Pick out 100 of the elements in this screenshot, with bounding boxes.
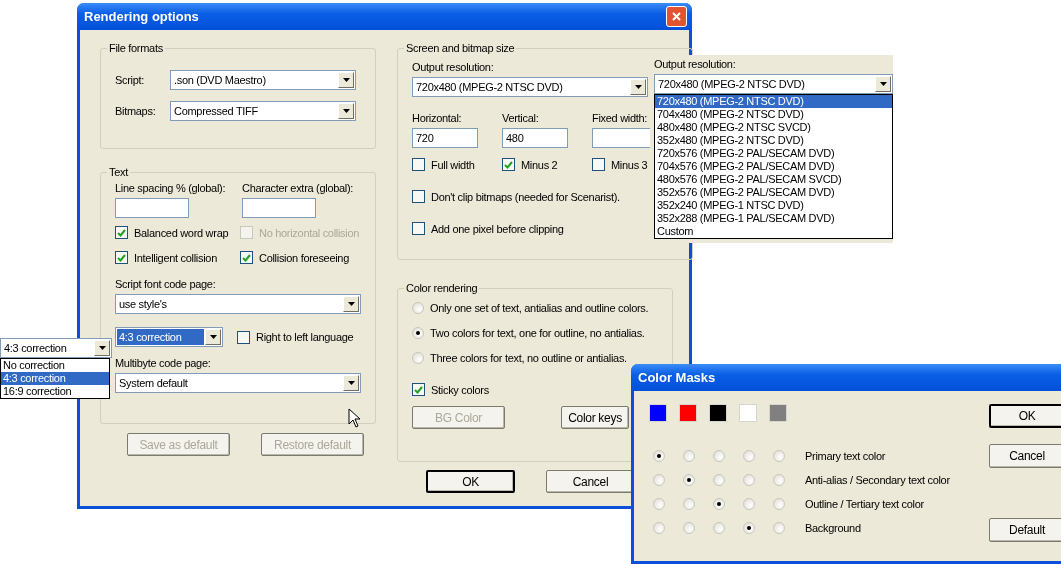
- radio-button[interactable]: [773, 474, 785, 486]
- radio-button[interactable]: [683, 522, 695, 534]
- caret-icon: [209, 335, 217, 339]
- list-option[interactable]: 352x576 (MPEG-2 PAL/SECAM DVD): [655, 186, 837, 199]
- list-option[interactable]: No correction: [1, 359, 67, 372]
- checkbox[interactable]: [412, 222, 425, 235]
- color-swatch[interactable]: [739, 404, 757, 422]
- list-option[interactable]: 352x480 (MPEG-2 NTSC DVD): [655, 134, 806, 147]
- radio-button[interactable]: [743, 474, 755, 486]
- radio-label: Primary text color: [805, 450, 886, 462]
- radio-button[interactable]: [683, 474, 695, 486]
- checkbox[interactable]: [412, 190, 425, 203]
- checkbox[interactable]: [240, 251, 253, 264]
- color-swatch[interactable]: [709, 404, 727, 422]
- dropdown[interactable]: System default: [115, 373, 361, 393]
- close-icon: [672, 12, 681, 21]
- button[interactable]: OK: [426, 470, 515, 493]
- field-label: Line spacing % (global):: [115, 182, 226, 194]
- field-label: Script font code page:: [115, 278, 216, 290]
- list-option[interactable]: 480x480 (MPEG-2 NTSC SVCD): [655, 121, 813, 134]
- dropdown[interactable]: Compressed TIFF: [170, 101, 356, 121]
- list-option[interactable]: 16:9 correction: [1, 385, 74, 398]
- checkbox[interactable]: [502, 158, 515, 171]
- checkbox-label: No horizontal collision: [259, 226, 360, 239]
- list-option[interactable]: 704x480 (MPEG-2 NTSC DVD): [655, 108, 806, 121]
- list-option[interactable]: 352x288 (MPEG-1 PAL/SECAM DVD): [655, 212, 837, 225]
- checkbox[interactable]: [237, 330, 250, 344]
- list-option[interactable]: Custom: [655, 225, 696, 238]
- radio-button[interactable]: [653, 450, 665, 462]
- checkbox-label: Balanced word wrap: [134, 226, 229, 239]
- radio-button[interactable]: [773, 498, 785, 510]
- radio-button[interactable]: [743, 498, 755, 510]
- button[interactable]: Color keys: [561, 406, 629, 429]
- dropdown[interactable]: 4:3 correction: [0, 338, 112, 358]
- dropdown[interactable]: 720x480 (MPEG-2 NTSC DVD): [412, 77, 648, 97]
- radio-button[interactable]: [713, 474, 725, 486]
- group-title: Screen and bitmap size: [405, 42, 516, 54]
- radio-button[interactable]: [773, 450, 785, 462]
- radio-label: Only one set of text, antialias and outline colors.: [430, 302, 649, 314]
- radio-button[interactable]: [683, 498, 695, 510]
- input-field[interactable]: 480: [502, 128, 568, 148]
- field-label: Fixed width:: [592, 112, 648, 124]
- radio-label: Background: [805, 522, 861, 534]
- dropdown[interactable]: use style's: [115, 294, 361, 314]
- radio-button[interactable]: [412, 352, 424, 364]
- field-label: Horizontal:: [412, 112, 462, 124]
- list-option[interactable]: 720x576 (MPEG-2 PAL/SECAM DVD): [655, 147, 837, 160]
- color-swatch[interactable]: [679, 404, 697, 422]
- radio-button[interactable]: [713, 498, 725, 510]
- radio-button[interactable]: [773, 522, 785, 534]
- radio-button[interactable]: [653, 498, 665, 510]
- dropdown[interactable]: 720x480 (MPEG-2 NTSC DVD): [654, 74, 893, 94]
- field-label: Character extra (global):: [242, 182, 354, 194]
- color-swatch[interactable]: [769, 404, 787, 422]
- radio-button[interactable]: [713, 450, 725, 462]
- button[interactable]: OK: [989, 404, 1061, 428]
- radio-button[interactable]: [653, 474, 665, 486]
- checkbox[interactable]: [592, 158, 605, 171]
- list-option[interactable]: 352x240 (MPEG-1 NTSC DVD): [655, 199, 806, 212]
- button[interactable]: Cancel: [989, 444, 1061, 468]
- window-title: Rendering options: [84, 9, 199, 24]
- checkbox[interactable]: [115, 251, 128, 264]
- field-label: Vertical:: [502, 112, 539, 124]
- caret-icon: [342, 109, 350, 113]
- input-field[interactable]: [115, 198, 189, 218]
- cursor-icon: [348, 408, 361, 428]
- list-option[interactable]: 480x576 (MPEG-2 PAL/SECAM SVCD): [655, 173, 844, 186]
- checkbox-label: Full width: [431, 158, 475, 171]
- list-option[interactable]: 704x576 (MPEG-2 PAL/SECAM DVD): [655, 160, 837, 173]
- caret-icon: [342, 78, 350, 82]
- group-title: Color rendering: [405, 282, 479, 294]
- checkbox-label: Sticky colors: [431, 383, 489, 396]
- radio-button[interactable]: [653, 522, 665, 534]
- list-option[interactable]: 720x480 (MPEG-2 NTSC DVD): [655, 95, 892, 108]
- radio-button[interactable]: [683, 450, 695, 462]
- dropdown[interactable]: .son (DVD Maestro): [170, 70, 356, 90]
- radio-label: Outline / Tertiary text color: [805, 498, 924, 510]
- checkbox[interactable]: [412, 383, 425, 396]
- close-button[interactable]: [666, 6, 687, 27]
- radio-button[interactable]: [412, 327, 424, 339]
- checkbox-label: Intelligent collision: [134, 251, 217, 264]
- group-title: File formats: [108, 42, 164, 54]
- caret-icon: [634, 85, 642, 89]
- radio-button[interactable]: [412, 302, 424, 314]
- input-field[interactable]: 720: [412, 128, 478, 148]
- field-label: Output resolution:: [412, 61, 494, 73]
- checkbox[interactable]: [412, 158, 425, 171]
- checkbox[interactable]: [115, 226, 128, 239]
- radio-button[interactable]: [743, 450, 755, 462]
- window-title: Color Masks: [638, 370, 716, 385]
- checkbox-label: Collision foreseeing: [259, 251, 349, 264]
- radio-button[interactable]: [713, 522, 725, 534]
- caret-icon: [347, 302, 355, 306]
- list-option[interactable]: 4:3 correction: [1, 372, 109, 385]
- dropdown[interactable]: 4:3 correction: [115, 327, 223, 347]
- color-swatch[interactable]: [649, 404, 667, 422]
- caret-icon: [879, 82, 887, 86]
- button[interactable]: Default: [989, 518, 1061, 542]
- radio-button[interactable]: [743, 522, 755, 534]
- input-field[interactable]: [242, 198, 316, 218]
